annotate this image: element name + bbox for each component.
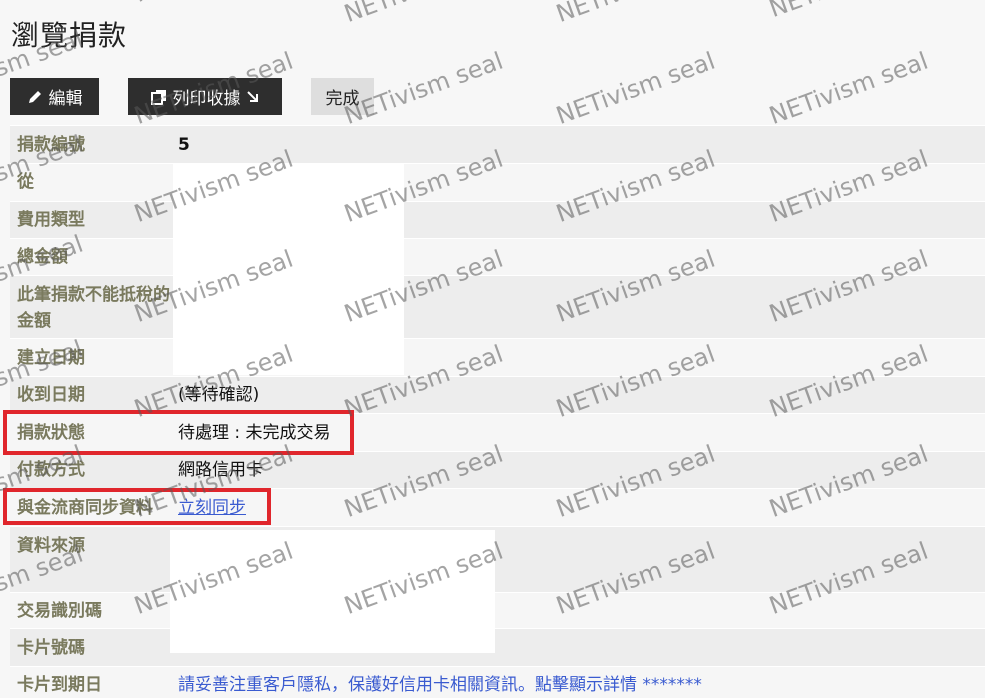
watermark: NETivism seal xyxy=(340,0,506,28)
field-label: 卡片到期日 xyxy=(17,675,102,695)
field-label: 從 xyxy=(17,172,34,192)
redacted-area xyxy=(173,163,404,375)
table-row: 從 xyxy=(10,163,985,201)
watermark: NETivism seal xyxy=(765,46,932,130)
table-row: 資料來源 xyxy=(10,526,985,592)
table-row: 捐款編號 5 xyxy=(10,125,985,163)
field-label: 費用類型 xyxy=(17,210,85,230)
field-label: 總金額 xyxy=(17,247,68,267)
highlight-box-sync xyxy=(3,488,271,525)
print-receipt-button[interactable]: 列印收據 xyxy=(128,78,282,115)
field-label: 此筆捐款不能抵稅的金額 xyxy=(17,285,170,331)
field-value: (等待確認) xyxy=(178,385,260,405)
field-label: 收到日期 xyxy=(17,385,85,405)
card-privacy-notice[interactable]: 請妥善注重客戶隱私，保護好信用卡相關資訊。點擊顯示詳情 ******* xyxy=(178,672,702,698)
page-title: 瀏覽捐款 xyxy=(11,19,128,52)
watermark: NETivism seal xyxy=(130,0,296,8)
copy-icon xyxy=(150,89,167,105)
table-row: 總金額 xyxy=(10,238,985,275)
field-value: 網路信用卡 xyxy=(178,460,263,480)
field-label: 卡片號碼 xyxy=(17,638,85,658)
pencil-icon xyxy=(27,89,43,105)
highlight-box-status xyxy=(3,410,354,455)
table-row: 交易識別碼 xyxy=(10,592,985,628)
field-label: 建立日期 xyxy=(17,348,85,368)
field-label: 付款方式 xyxy=(17,460,85,480)
field-label: 交易識別碼 xyxy=(17,601,102,621)
edit-button[interactable]: 編輯 xyxy=(10,78,99,115)
watermark: NETivism seal xyxy=(765,0,931,23)
redacted-area xyxy=(170,530,495,653)
table-row: 卡片號碼 xyxy=(10,628,985,666)
field-label: 捐款編號 xyxy=(17,135,85,155)
table-row: 卡片到期日 請妥善注重客戶隱私，保護好信用卡相關資訊。點擊顯示詳情 ******… xyxy=(10,666,985,698)
table-row: 建立日期 xyxy=(10,338,985,376)
field-label: 資料來源 xyxy=(17,536,85,556)
arrow-down-right-icon xyxy=(246,90,260,104)
table-row: 付款方式 網路信用卡 xyxy=(10,451,985,488)
table-row: 此筆捐款不能抵稅的金額 xyxy=(10,275,985,338)
done-button[interactable]: 完成 xyxy=(311,78,374,115)
print-receipt-label: 列印收據 xyxy=(172,89,241,109)
table-row: 收到日期 (等待確認) xyxy=(10,376,985,413)
page: 瀏覽捐款 編輯 列印收據 完成 捐款編號 5 從 費用類型 總金額 此筆捐款不能… xyxy=(0,0,985,698)
table-row: 費用類型 xyxy=(10,201,985,238)
field-value: 5 xyxy=(178,135,190,155)
edit-button-label: 編輯 xyxy=(48,89,83,109)
watermark: NETivism seal xyxy=(552,46,719,130)
watermark: NETivism seal xyxy=(552,0,718,28)
